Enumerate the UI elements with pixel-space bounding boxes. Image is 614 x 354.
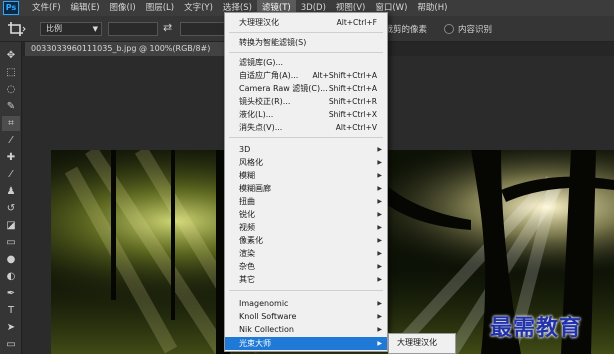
filter-menu: 大理理汉化 Alt+Ctrl+F 转换为智能滤镜(S) 滤镜库(G)... 自适应… [224,12,388,352]
menu-item-imagenomic[interactable]: Imagenomic ▶ [225,297,387,310]
menu-type[interactable]: 文字(Y) [179,0,218,16]
eyedropper-tool-icon[interactable]: ⁄ [2,133,20,148]
submenu-arrow-icon: ▶ [377,159,382,166]
lasso-tool-icon[interactable]: ◌ [2,82,20,97]
menu-edit[interactable]: 编辑(E) [66,0,105,16]
pen-tool-icon[interactable]: ✒ [2,286,20,301]
move-tool-icon[interactable]: ✥ [2,48,20,63]
menu-item-video[interactable]: 视频 ▶ [225,221,387,234]
menu-item-sharpen[interactable]: 锐化 ▶ [225,208,387,221]
history-brush-tool-icon[interactable]: ↺ [2,201,20,216]
document-tab[interactable]: 0033033960111035_b.jpg @ 100%(RGB/8#) [25,42,227,56]
ratio-select-value: 比例 [46,24,62,33]
menu-item-distort[interactable]: 扭曲 ▶ [225,195,387,208]
submenu-item[interactable]: 大理理汉化 [397,338,437,347]
crop-icon[interactable] [7,21,27,37]
submenu-arrow-icon: ▶ [377,313,382,320]
submenu-arrow-icon: ▶ [377,211,382,218]
clone-stamp-tool-icon[interactable]: ♟ [2,184,20,199]
submenu-arrow-icon: ▶ [377,237,382,244]
submenu-arrow-icon: ▶ [377,185,382,192]
submenu-arrow-icon: ▶ [377,224,382,231]
menu-separator [229,290,383,291]
menu-file[interactable]: 文件(F) [27,0,66,16]
ratio-select[interactable]: 比例 ▼ [40,22,102,36]
brush-tool-icon[interactable]: ⁄ [2,167,20,182]
menu-item-filter-gallery[interactable]: 滤镜库(G)... [225,56,387,69]
submenu-arrow-icon: ▶ [377,340,382,347]
menu-item-other[interactable]: 其它 ▶ [225,273,387,286]
submenu-arrow-icon: ▶ [377,326,382,333]
submenu-arrow-icon: ▶ [377,263,382,270]
menu-item-convert-smart-filters[interactable]: 转换为智能滤镜(S) [225,36,387,49]
menu-item-3d[interactable]: 3D ▶ [225,143,387,156]
submenu-arrow-icon: ▶ [377,276,382,283]
tools-panel: ✥ ⬚ ◌ ✎ ⌗ ⁄ ✚ ⁄ ♟ ↺ ◪ ▭ ● ◐ ✒ T ➤ ▭ [0,42,22,354]
quick-select-tool-icon[interactable]: ✎ [2,99,20,114]
menu-item-render[interactable]: 渲染 ▶ [225,247,387,260]
swap-icon[interactable]: ⇄ [163,21,172,34]
watermark: 最需教育 [490,315,583,341]
menu-help[interactable]: 帮助(H) [412,0,452,16]
menu-separator [229,52,383,53]
menu-separator [229,137,383,138]
submenu-arrow-icon: ▶ [377,250,382,257]
submenu-arrow-icon: ▶ [377,146,382,153]
menu-item-liquify[interactable]: 液化(L)... Shift+Ctrl+X [225,108,387,121]
menu-item-stylize[interactable]: 风格化 ▶ [225,156,387,169]
crop-tool-icon[interactable]: ⌗ [2,116,20,131]
menu-item-vanishing-point[interactable]: 消失点(V)... Alt+Ctrl+V [225,121,387,134]
menu-item-beam-master[interactable]: 光束大师 ▶ [225,337,387,350]
marquee-tool-icon[interactable]: ⬚ [2,65,20,80]
shape-tool-icon[interactable]: ▭ [2,337,20,352]
dodge-tool-icon[interactable]: ◐ [2,269,20,284]
menu-item-noise[interactable]: 杂色 ▶ [225,260,387,273]
type-tool-icon[interactable]: T [2,303,20,318]
width-input[interactable] [108,22,158,36]
menu-item-knoll-software[interactable]: Knoll Software ▶ [225,310,387,323]
menu-item-pixelate[interactable]: 像素化 ▶ [225,234,387,247]
submenu: 大理理汉化 [388,333,456,354]
menu-item-camera-raw[interactable]: Camera Raw 滤镜(C)... Shift+Ctrl+A [225,82,387,95]
blur-tool-icon[interactable]: ● [2,252,20,267]
submenu-arrow-icon: ▶ [377,198,382,205]
menu-item-last-filter[interactable]: 大理理汉化 Alt+Ctrl+F [225,16,387,29]
menu-item-adaptive-wide-angle[interactable]: 自适应广角(A)... Alt+Shift+Ctrl+A [225,69,387,82]
chevron-down-icon: ▼ [92,25,98,33]
height-input[interactable] [180,22,226,36]
menu-item-blur-gallery[interactable]: 模糊画廊 ▶ [225,182,387,195]
menu-image[interactable]: 图像(I) [105,0,141,16]
photoshop-logo-icon: Ps [3,1,19,15]
menu-item-blur[interactable]: 模糊 ▶ [225,169,387,182]
healing-brush-tool-icon[interactable]: ✚ [2,150,20,165]
content-aware-checkbox[interactable] [444,24,454,34]
submenu-arrow-icon: ▶ [377,300,382,307]
menu-item-nik-collection[interactable]: Nik Collection ▶ [225,323,387,336]
submenu-arrow-icon: ▶ [377,172,382,179]
menu-item-lens-correction[interactable]: 镜头校正(R)... Shift+Ctrl+R [225,95,387,108]
menu-separator [229,32,383,33]
content-aware-label: 内容识别 [458,25,493,35]
path-select-tool-icon[interactable]: ➤ [2,320,20,335]
gradient-tool-icon[interactable]: ▭ [2,235,20,250]
eraser-tool-icon[interactable]: ◪ [2,218,20,233]
menu-layer[interactable]: 图层(L) [141,0,179,16]
